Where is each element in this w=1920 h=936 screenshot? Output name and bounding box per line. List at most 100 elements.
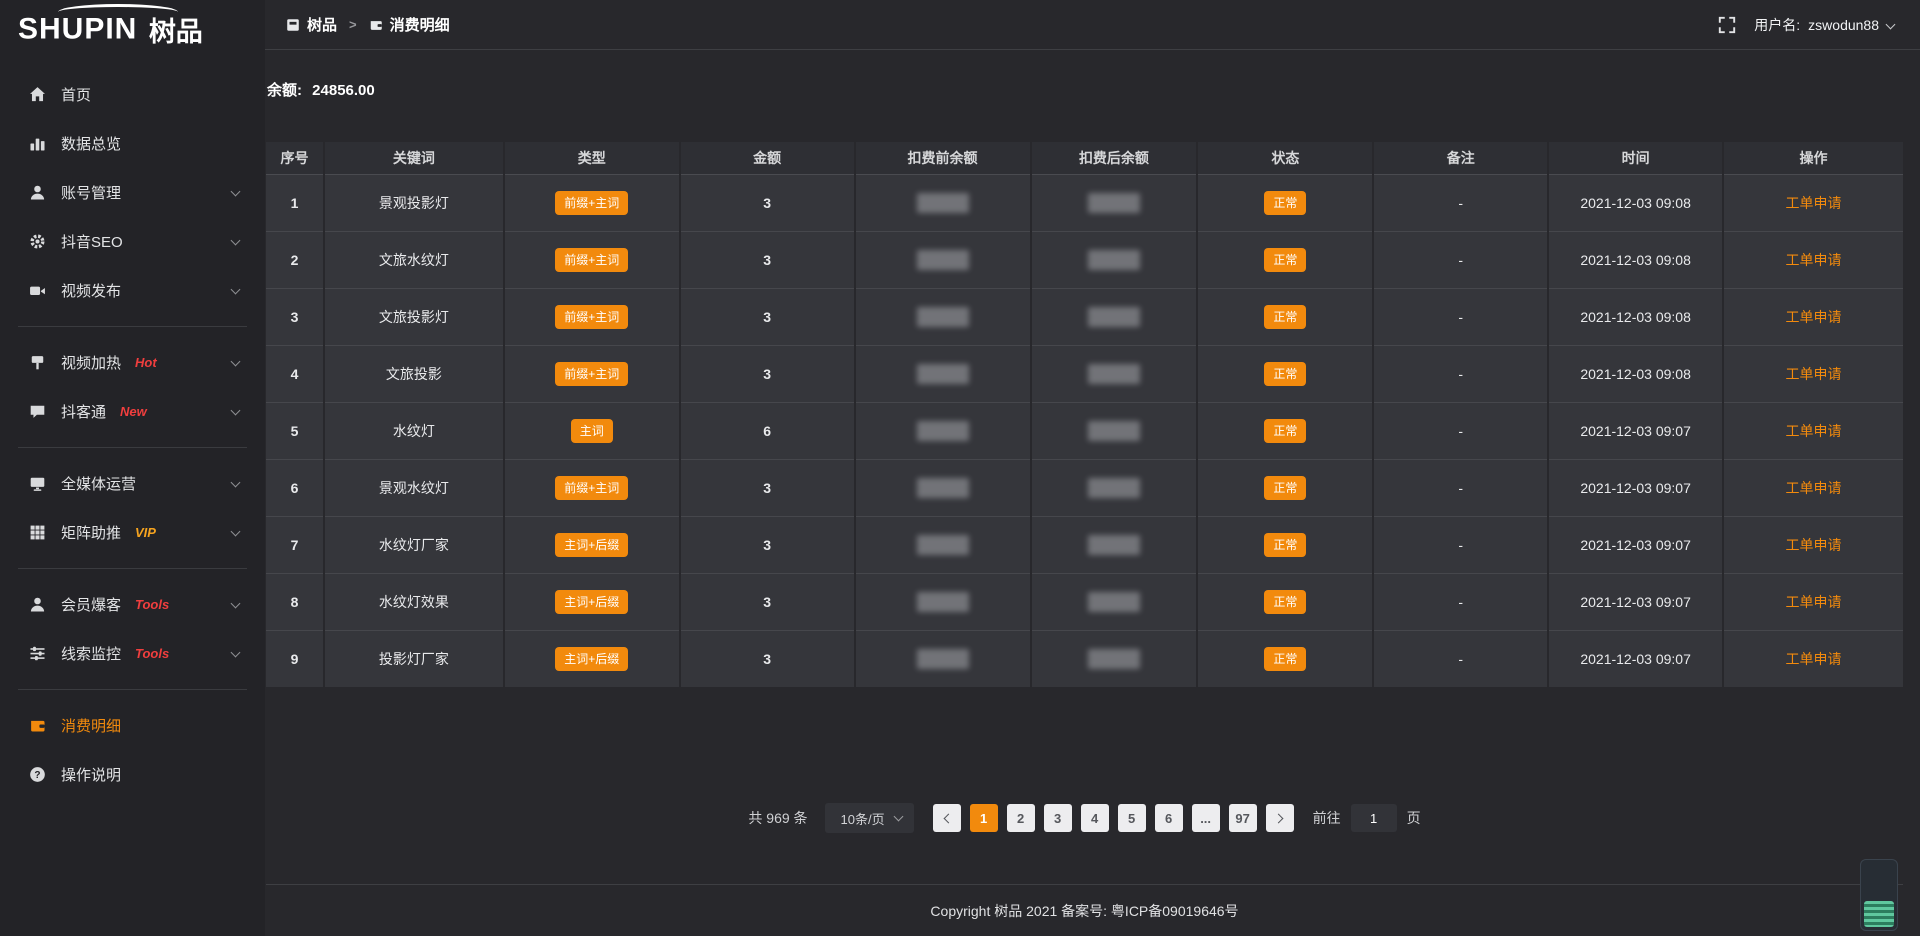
next-page-button[interactable]	[1266, 804, 1294, 832]
sidebar-item-全媒体运营[interactable]: 全媒体运营	[0, 459, 265, 508]
prev-page-button[interactable]	[933, 804, 961, 832]
floating-widget[interactable]	[1860, 859, 1898, 931]
cell-keyword: 水纹灯效果	[324, 573, 504, 630]
cell-type: 前缀+主词	[504, 345, 680, 402]
time-text: 2021-12-03 09:08	[1580, 309, 1691, 325]
logo-text-cn: 树品	[149, 17, 203, 47]
column-header-操作: 操作	[1723, 142, 1903, 174]
keyword-text: 投影灯厂家	[379, 651, 449, 667]
sidebar-item-消费明细[interactable]: 消费明细	[0, 701, 265, 750]
work-order-link[interactable]: 工单申请	[1786, 366, 1842, 382]
work-order-link[interactable]: 工单申请	[1786, 309, 1842, 325]
cell-remark: -	[1373, 174, 1548, 231]
user-menu[interactable]: 用户名: zswodun88	[1754, 15, 1894, 35]
row-index: 3	[291, 309, 299, 325]
breadcrumb-item-home[interactable]: 树品	[286, 14, 337, 35]
page-button-6[interactable]: 6	[1155, 804, 1183, 832]
fullscreen-icon[interactable]	[1718, 16, 1736, 34]
work-order-link[interactable]: 工单申请	[1786, 252, 1842, 268]
grid-badge-icon	[286, 18, 300, 32]
main-content: 余额: 24856.00 序号关键词类型金额扣费前余额扣费后余额状态备注时间操作…	[265, 50, 1920, 833]
cell-balance-after	[1031, 174, 1198, 231]
pagination: 共 969 条 10条/页 123456...97 前往 页	[266, 803, 1903, 833]
sidebar-item-视频加热[interactable]: 视频加热Hot	[0, 338, 265, 387]
sidebar-item-会员爆客[interactable]: 会员爆客Tools	[0, 580, 265, 629]
sidebar-divider	[18, 568, 247, 569]
work-order-link[interactable]: 工单申请	[1786, 537, 1842, 553]
remark-text: -	[1458, 480, 1463, 496]
cell-status: 正常	[1197, 174, 1373, 231]
row-index: 4	[291, 366, 299, 382]
chevron-down-icon	[231, 477, 241, 487]
status-badge: 正常	[1264, 419, 1306, 443]
page-button-97[interactable]: 97	[1229, 804, 1257, 832]
sidebar-item-label: 首页	[61, 84, 91, 105]
time-text: 2021-12-03 09:07	[1580, 423, 1691, 439]
row-index: 2	[291, 252, 299, 268]
cell-type: 前缀+主词	[504, 231, 680, 288]
work-order-link[interactable]: 工单申请	[1786, 594, 1842, 610]
work-order-link[interactable]: 工单申请	[1786, 195, 1842, 211]
work-order-link[interactable]: 工单申请	[1786, 480, 1842, 496]
more-pages-button[interactable]: ...	[1192, 804, 1220, 832]
sidebar-item-tag: Tools	[135, 597, 169, 612]
cell-index: 9	[266, 630, 324, 687]
cell-index: 2	[266, 231, 324, 288]
cell-time: 2021-12-03 09:08	[1548, 231, 1723, 288]
page-button-1[interactable]: 1	[970, 804, 998, 832]
widget-stripes-decoration	[1864, 901, 1894, 927]
time-text: 2021-12-03 09:08	[1580, 366, 1691, 382]
heat-icon	[29, 354, 46, 371]
type-badge: 前缀+主词	[555, 362, 628, 386]
cell-amount: 3	[680, 516, 855, 573]
sidebar-item-矩阵助推[interactable]: 矩阵助推VIP	[0, 508, 265, 557]
cell-balance-after	[1031, 573, 1198, 630]
work-order-link[interactable]: 工单申请	[1786, 651, 1842, 667]
page-button-3[interactable]: 3	[1044, 804, 1072, 832]
amount-text: 3	[763, 651, 771, 667]
cell-action: 工单申请	[1723, 573, 1903, 630]
masked-value	[917, 535, 969, 555]
sidebar-item-账号管理[interactable]: 账号管理	[0, 168, 265, 217]
column-header-时间: 时间	[1548, 142, 1723, 174]
cell-time: 2021-12-03 09:07	[1548, 402, 1723, 459]
row-index: 6	[291, 480, 299, 496]
cell-action: 工单申请	[1723, 231, 1903, 288]
cell-type: 主词+后缀	[504, 630, 680, 687]
cell-balance-after	[1031, 231, 1198, 288]
sidebar-item-label: 视频发布	[61, 280, 121, 301]
sidebar-item-操作说明[interactable]: ?操作说明	[0, 750, 265, 799]
svg-text:?: ?	[34, 770, 40, 781]
sidebar-item-抖音SEO[interactable]: 抖音SEO	[0, 217, 265, 266]
cell-keyword: 文旅投影	[324, 345, 504, 402]
sidebar-item-数据总览[interactable]: 数据总览	[0, 119, 265, 168]
cell-time: 2021-12-03 09:07	[1548, 573, 1723, 630]
sidebar-item-视频发布[interactable]: 视频发布	[0, 266, 265, 315]
sidebar-item-线索监控[interactable]: 线索监控Tools	[0, 629, 265, 678]
sidebar-item-label: 消费明细	[61, 715, 121, 736]
keyword-text: 文旅水纹灯	[379, 252, 449, 268]
masked-value	[917, 364, 969, 384]
sidebar-item-抖客通[interactable]: 抖客通New	[0, 387, 265, 436]
page-button-4[interactable]: 4	[1081, 804, 1109, 832]
breadcrumb-separator: >	[349, 17, 357, 32]
chevron-down-icon	[231, 405, 241, 415]
table-row: 7水纹灯厂家主词+后缀3正常-2021-12-03 09:07工单申请	[266, 516, 1903, 573]
breadcrumb-item-current[interactable]: 消费明细	[369, 14, 450, 35]
chevron-down-icon	[231, 186, 241, 196]
goto-page-input[interactable]	[1351, 804, 1397, 832]
page-button-5[interactable]: 5	[1118, 804, 1146, 832]
cell-status: 正常	[1197, 231, 1373, 288]
sidebar-item-首页[interactable]: 首页	[0, 70, 265, 119]
sidebar-item-label: 矩阵助推	[61, 522, 121, 543]
cell-action: 工单申请	[1723, 174, 1903, 231]
type-badge: 前缀+主词	[555, 476, 628, 500]
page-button-2[interactable]: 2	[1007, 804, 1035, 832]
work-order-link[interactable]: 工单申请	[1786, 423, 1842, 439]
page-size-select[interactable]: 10条/页	[825, 803, 914, 833]
sliders-icon	[29, 645, 46, 662]
cell-balance-after	[1031, 402, 1198, 459]
type-badge: 主词+后缀	[555, 533, 628, 557]
type-badge: 前缀+主词	[555, 305, 628, 329]
keyword-text: 水纹灯厂家	[379, 537, 449, 553]
